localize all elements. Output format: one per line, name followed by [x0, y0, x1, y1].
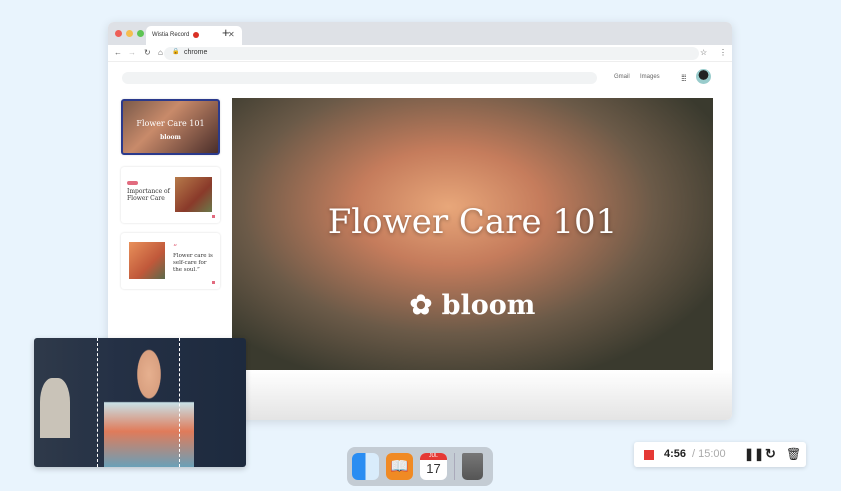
- bloom-logo-icon: ✿: [409, 290, 442, 321]
- presenter: [104, 348, 194, 467]
- stop-button[interactable]: [644, 450, 654, 460]
- books-icon[interactable]: 📖: [386, 453, 413, 480]
- badge: [127, 181, 138, 185]
- url-input[interactable]: 🔒 chrome: [164, 47, 699, 60]
- pause-icon[interactable]: ❚❚: [744, 447, 764, 461]
- flower-image: [175, 177, 212, 212]
- flower-image: [129, 242, 165, 279]
- calendar-day: 17: [426, 461, 441, 476]
- dock-divider: [454, 453, 455, 480]
- address-bar-row: ← → ↻ ⌂ 🔒 chrome ☆ ⋮: [108, 45, 732, 62]
- calendar-month: JUL: [420, 453, 447, 460]
- search-bar[interactable]: [122, 72, 597, 84]
- thumb-logo: bloom: [160, 134, 181, 141]
- apps-grid-icon[interactable]: ⁞⁞⁞: [681, 73, 686, 83]
- tab-title: Wistia Record: [152, 32, 190, 38]
- frame-guide-left: [97, 338, 98, 467]
- thumb-quote: Flower care is self-care for the soul.”: [173, 253, 213, 273]
- slide-logo: ✿ bloom: [232, 290, 713, 321]
- tab-bar: Wistia Record ✕ +: [108, 22, 732, 45]
- thumb-heading: Importance of Flower Care: [127, 188, 170, 203]
- trash-icon[interactable]: [462, 453, 483, 480]
- dock: 📖 JUL 17: [347, 447, 493, 486]
- new-tab-button[interactable]: +: [222, 25, 230, 40]
- reload-icon[interactable]: ↻: [144, 48, 151, 57]
- statue-bust: [40, 378, 70, 438]
- minimize-window-button[interactable]: [126, 30, 133, 37]
- logo-icon: [212, 215, 215, 218]
- logo-text: bloom: [441, 290, 536, 321]
- lock-icon: 🔒: [172, 49, 180, 55]
- thumb-title: Flower Care 101: [136, 119, 205, 128]
- avatar[interactable]: [696, 69, 711, 84]
- slide-thumbnail-1[interactable]: Flower Care 101 bloom: [121, 99, 220, 155]
- slide-thumbnail-3[interactable]: “ Flower care is self-care for the soul.…: [121, 233, 220, 289]
- bookmark-star-icon[interactable]: ☆: [700, 48, 707, 57]
- delete-icon[interactable]: 🗑: [786, 447, 801, 461]
- finder-icon[interactable]: [352, 453, 379, 480]
- maximize-window-button[interactable]: [137, 30, 144, 37]
- gmail-link[interactable]: Gmail: [614, 74, 630, 80]
- images-link[interactable]: Images: [640, 74, 660, 80]
- frame-guide-right: [179, 338, 180, 467]
- recording-controls: 4:56 / 15:00 ❚❚ ↻ 🗑: [634, 442, 806, 467]
- main-slide: Flower Care 101 ✿ bloom: [232, 98, 713, 370]
- elapsed-time: 4:56: [664, 448, 687, 460]
- time-limit: / 15:00: [692, 448, 726, 460]
- slide-thumbnail-2[interactable]: Importance of Flower Care: [121, 167, 220, 223]
- menu-icon[interactable]: ⋮: [719, 48, 727, 57]
- restart-icon[interactable]: ↻: [765, 446, 776, 462]
- quote-icon: “: [173, 243, 178, 252]
- close-window-button[interactable]: [115, 30, 122, 37]
- back-icon[interactable]: ←: [114, 48, 122, 57]
- forward-icon[interactable]: →: [128, 48, 136, 57]
- logo-icon: [212, 281, 215, 284]
- home-icon[interactable]: ⌂: [158, 48, 163, 57]
- slide-title: Flower Care 101: [327, 202, 618, 242]
- webcam-preview[interactable]: [34, 338, 246, 467]
- recording-icon: [193, 32, 199, 38]
- url-text: chrome: [184, 49, 208, 56]
- calendar-icon[interactable]: JUL 17: [420, 453, 447, 480]
